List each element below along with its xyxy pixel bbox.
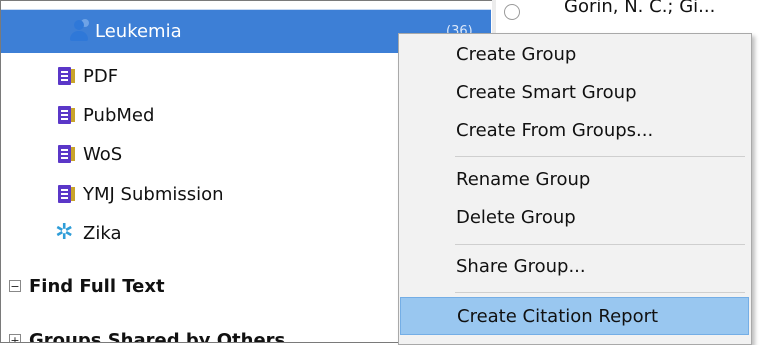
menu-item-rename-group[interactable]: Rename Group (400, 161, 749, 199)
collapse-toggle-icon[interactable]: − (9, 280, 21, 292)
section-label: Groups Shared by Others (29, 329, 286, 343)
menu-item-create-group[interactable]: Create Group (400, 36, 749, 74)
sidebar-item-label: Leukemia (95, 20, 182, 42)
menu-item-create-citation-report[interactable]: Create Citation Report (400, 297, 749, 335)
smart-group-gear-icon: ✲ (55, 220, 74, 245)
menu-item-create-smart-group[interactable]: Create Smart Group (400, 74, 749, 112)
menu-item-share-group[interactable]: Share Group... (400, 248, 749, 286)
sidebar-item-zika[interactable]: ✲ Zika (55, 214, 121, 252)
menu-item-create-from-groups[interactable]: Create From Groups... (400, 112, 749, 150)
sidebar-item-label: Zika (83, 222, 122, 244)
sidebar-section-find-full-text[interactable]: − Find Full Text (9, 267, 165, 305)
sidebar-item-ymj-submission[interactable]: YMJ Submission (55, 175, 224, 213)
reference-radio[interactable] (504, 4, 520, 20)
sidebar-item-label: PubMed (83, 104, 155, 126)
expand-toggle-icon[interactable]: + (9, 334, 21, 342)
users-icon (67, 19, 91, 43)
group-context-menu: Create Group Create Smart Group Create F… (398, 33, 752, 345)
group-icon (55, 103, 79, 127)
sidebar-item-label: PDF (83, 65, 119, 87)
group-icon (55, 64, 79, 88)
group-icon (55, 142, 79, 166)
reference-author[interactable]: Gorin, N. C.; Gi... (564, 0, 715, 17)
sidebar-item-pubmed[interactable]: PubMed (55, 96, 154, 134)
section-label: Find Full Text (29, 275, 165, 297)
selected-group-row: Leukemia (67, 12, 182, 50)
menu-separator (455, 244, 745, 245)
menu-item-delete-group[interactable]: Delete Group (400, 199, 749, 237)
sidebar-item-wos[interactable]: WoS (55, 135, 122, 173)
sidebar-section-groups-shared[interactable]: + Groups Shared by Others (9, 321, 285, 342)
group-icon (55, 182, 79, 206)
sidebar-item-label: YMJ Submission (83, 183, 224, 205)
menu-separator (455, 292, 745, 293)
menu-separator (455, 156, 745, 157)
sidebar-item-label: WoS (83, 143, 123, 165)
sidebar-item-pdf[interactable]: PDF (55, 57, 118, 95)
